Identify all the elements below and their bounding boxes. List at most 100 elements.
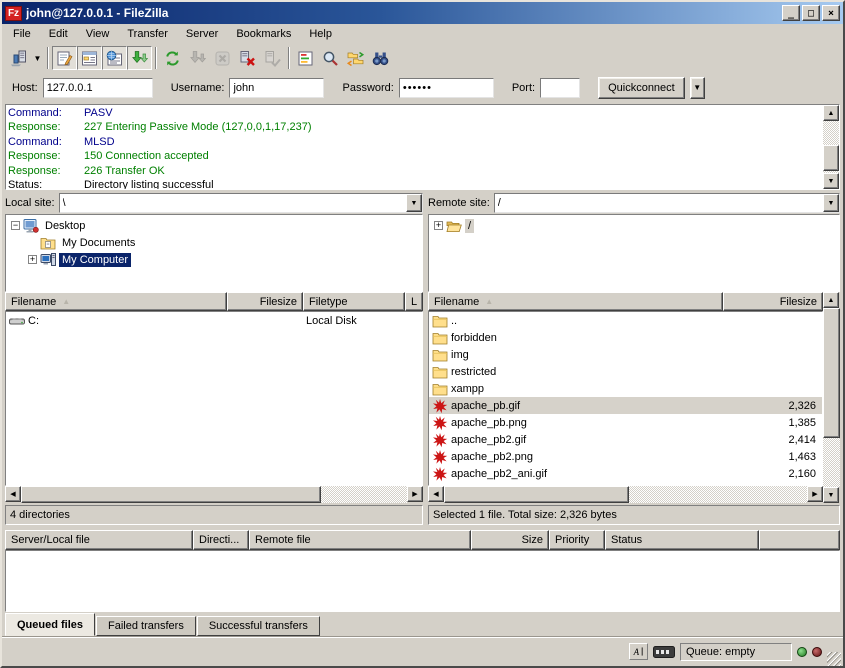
tab-successful-transfers[interactable]: Successful transfers bbox=[197, 616, 320, 636]
username-input[interactable] bbox=[229, 78, 324, 98]
menu-item-server[interactable]: Server bbox=[177, 25, 227, 43]
column-header-filesize[interactable]: Filesize bbox=[227, 292, 303, 311]
scrollbar-thumb[interactable] bbox=[21, 486, 321, 503]
process-queue-button[interactable] bbox=[185, 46, 210, 70]
column-header-filename[interactable]: Filename▲ bbox=[5, 292, 227, 311]
menu-item-view[interactable]: View bbox=[77, 25, 119, 43]
local-path-dropdown-button[interactable]: ▼ bbox=[406, 194, 422, 212]
toggle-remote-tree-button[interactable] bbox=[102, 46, 127, 70]
synchronized-browsing-button[interactable] bbox=[343, 46, 368, 70]
remote-file-row-[interactable]: .. bbox=[429, 312, 822, 329]
menu-item-help[interactable]: Help bbox=[300, 25, 341, 43]
remote-path-combo[interactable]: ▼ bbox=[494, 193, 840, 213]
scrollbar-thumb[interactable] bbox=[823, 145, 839, 171]
computer-icon bbox=[40, 252, 56, 268]
tab-queued-files[interactable]: Queued files bbox=[5, 613, 95, 636]
remote-file-row-img[interactable]: img bbox=[429, 346, 822, 363]
close-button[interactable]: × bbox=[822, 5, 840, 21]
collapse-icon[interactable]: − bbox=[11, 221, 20, 230]
local-horizontal-scrollbar[interactable]: ◀ ▶ bbox=[5, 486, 423, 503]
minimize-button[interactable]: _ bbox=[782, 5, 800, 21]
refresh-button[interactable] bbox=[160, 46, 185, 70]
host-input[interactable] bbox=[43, 78, 153, 98]
local-path-input[interactable] bbox=[60, 194, 406, 212]
local-site-label: Local site: bbox=[5, 197, 55, 209]
remote-file-row-apache-pb-gif[interactable]: apache_pb.gif2,326 bbox=[429, 397, 822, 414]
title-bar[interactable]: Fz john@127.0.0.1 - FileZilla _□× bbox=[2, 2, 843, 24]
column-header-priority[interactable]: Priority bbox=[549, 530, 605, 550]
column-header-directi[interactable]: Directi... bbox=[193, 530, 249, 550]
local-tree-item-my-computer[interactable]: +My Computer bbox=[6, 251, 422, 268]
resize-grip[interactable] bbox=[827, 652, 841, 666]
toggle-queue-view-button[interactable] bbox=[127, 46, 152, 70]
site-manager-button-dropdown[interactable]: ▼ bbox=[31, 46, 44, 70]
remote-path-dropdown-button[interactable]: ▼ bbox=[823, 194, 839, 212]
local-file-row[interactable]: C:Local Disk bbox=[6, 312, 422, 329]
remote-file-row-forbidden[interactable]: forbidden bbox=[429, 329, 822, 346]
local-path-combo[interactable]: ▼ bbox=[59, 193, 423, 213]
scrollbar-track[interactable] bbox=[823, 308, 840, 487]
quickconnect-button[interactable]: Quickconnect bbox=[598, 77, 685, 99]
password-input[interactable] bbox=[399, 78, 494, 98]
local-tree-item-desktop[interactable]: −Desktop bbox=[6, 217, 422, 234]
column-header-server-local-file[interactable]: Server/Local file bbox=[5, 530, 193, 550]
column-header-status[interactable]: Status bbox=[605, 530, 759, 550]
column-header-[interactable] bbox=[759, 530, 840, 550]
scroll-down-icon[interactable]: ▼ bbox=[823, 487, 839, 503]
cancel-operation-button[interactable] bbox=[210, 46, 235, 70]
column-header-l[interactable]: L bbox=[405, 292, 423, 311]
scrollbar-track[interactable] bbox=[823, 121, 839, 173]
column-header-filesize[interactable]: Filesize bbox=[723, 292, 823, 311]
site-manager-button[interactable] bbox=[6, 46, 31, 70]
remote-file-row-apache-pb-png[interactable]: apache_pb.png1,385 bbox=[429, 414, 822, 431]
local-tree-item-my-documents[interactable]: My Documents bbox=[6, 234, 422, 251]
filter-button[interactable] bbox=[293, 46, 318, 70]
remote-file-row-apache-pb2-gif[interactable]: apache_pb2.gif2,414 bbox=[429, 431, 822, 448]
transfer-queue-list[interactable] bbox=[5, 550, 840, 612]
toggle-local-tree-button[interactable] bbox=[77, 46, 102, 70]
scroll-up-icon[interactable]: ▲ bbox=[823, 105, 839, 121]
quickconnect-dropdown-button[interactable]: ▼ bbox=[690, 77, 705, 99]
remote-file-row-xampp[interactable]: xampp bbox=[429, 380, 822, 397]
scrollbar-thumb[interactable] bbox=[444, 486, 629, 503]
scroll-left-icon[interactable]: ◀ bbox=[428, 486, 444, 502]
scroll-right-icon[interactable]: ▶ bbox=[407, 486, 423, 502]
scrollbar-track[interactable] bbox=[21, 486, 407, 503]
remote-file-row-apache-pb2-png[interactable]: apache_pb2.png1,463 bbox=[429, 448, 822, 465]
remote-file-row-restricted[interactable]: restricted bbox=[429, 363, 822, 380]
menu-item-file[interactable]: File bbox=[4, 25, 40, 43]
menu-item-transfer[interactable]: Transfer bbox=[118, 25, 177, 43]
column-header-filetype[interactable]: Filetype bbox=[303, 292, 405, 311]
column-header-size[interactable]: Size bbox=[471, 530, 549, 550]
remote-tree-item-[interactable]: +/ bbox=[429, 217, 839, 234]
expand-icon[interactable]: + bbox=[28, 255, 37, 264]
transfer-type-ascii-icon[interactable]: A bbox=[629, 643, 648, 660]
remote-horizontal-scrollbar[interactable]: ◀ ▶ bbox=[428, 486, 823, 503]
menu-item-edit[interactable]: Edit bbox=[40, 25, 77, 43]
refresh-icon bbox=[164, 50, 181, 67]
scrollbar-thumb[interactable] bbox=[823, 308, 840, 438]
expand-icon[interactable]: + bbox=[434, 221, 443, 230]
toggle-message-log-button[interactable] bbox=[52, 46, 77, 70]
file-name-cell: .. bbox=[429, 313, 722, 329]
scroll-down-icon[interactable]: ▼ bbox=[823, 173, 839, 189]
scrollbar-track[interactable] bbox=[444, 486, 807, 503]
directory-comparison-button[interactable] bbox=[368, 46, 393, 70]
remote-vertical-scrollbar[interactable]: ▲ ▼ bbox=[823, 292, 840, 503]
speed-limits-icon[interactable] bbox=[653, 645, 675, 659]
reconnect-button[interactable] bbox=[260, 46, 285, 70]
port-input[interactable] bbox=[540, 78, 580, 98]
scroll-left-icon[interactable]: ◀ bbox=[5, 486, 21, 502]
scroll-right-icon[interactable]: ▶ bbox=[807, 486, 823, 502]
file-search-button[interactable] bbox=[318, 46, 343, 70]
remote-path-input[interactable] bbox=[495, 194, 823, 212]
scroll-up-icon[interactable]: ▲ bbox=[823, 292, 839, 308]
disconnect-button[interactable] bbox=[235, 46, 260, 70]
tab-failed-transfers[interactable]: Failed transfers bbox=[96, 616, 196, 636]
message-log-scrollbar[interactable]: ▲ ▼ bbox=[823, 105, 839, 189]
remote-file-row-apache-pb2-ani-gif[interactable]: apache_pb2_ani.gif2,160 bbox=[429, 465, 822, 482]
column-header-filename[interactable]: Filename▲ bbox=[428, 292, 723, 311]
menu-item-bookmarks[interactable]: Bookmarks bbox=[227, 25, 300, 43]
maximize-button[interactable]: □ bbox=[802, 5, 820, 21]
column-header-remote-file[interactable]: Remote file bbox=[249, 530, 471, 550]
